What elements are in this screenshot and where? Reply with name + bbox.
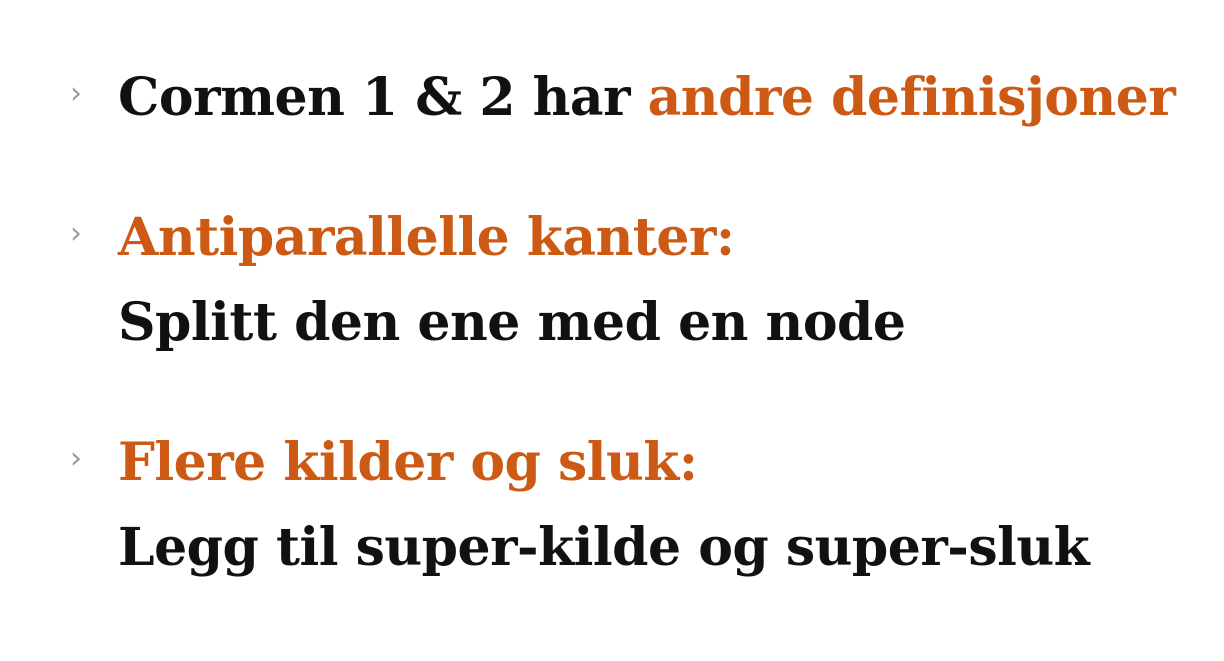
chevron-right-icon: › <box>70 216 82 251</box>
bullet-text: Cormen 1 & 2 har andre definisjoner <box>118 67 1176 128</box>
bullet-heading: Flere kilder og sluk: <box>118 432 698 493</box>
bullet-heading: Antiparallelle kanter: <box>118 207 735 268</box>
bullet-detail: Splitt den ene med en node <box>118 292 906 353</box>
chevron-right-icon: › <box>70 441 82 476</box>
slide: › Cormen 1 & 2 har andre definisjoner › … <box>0 0 1224 661</box>
bullet-accent-text: andre definisjoner <box>647 67 1176 128</box>
bullet-lead-text: Cormen 1 & 2 har <box>118 67 648 128</box>
bullet-detail: Legg til super-kilde og super-sluk <box>118 517 1090 578</box>
chevron-right-icon: › <box>70 76 82 111</box>
